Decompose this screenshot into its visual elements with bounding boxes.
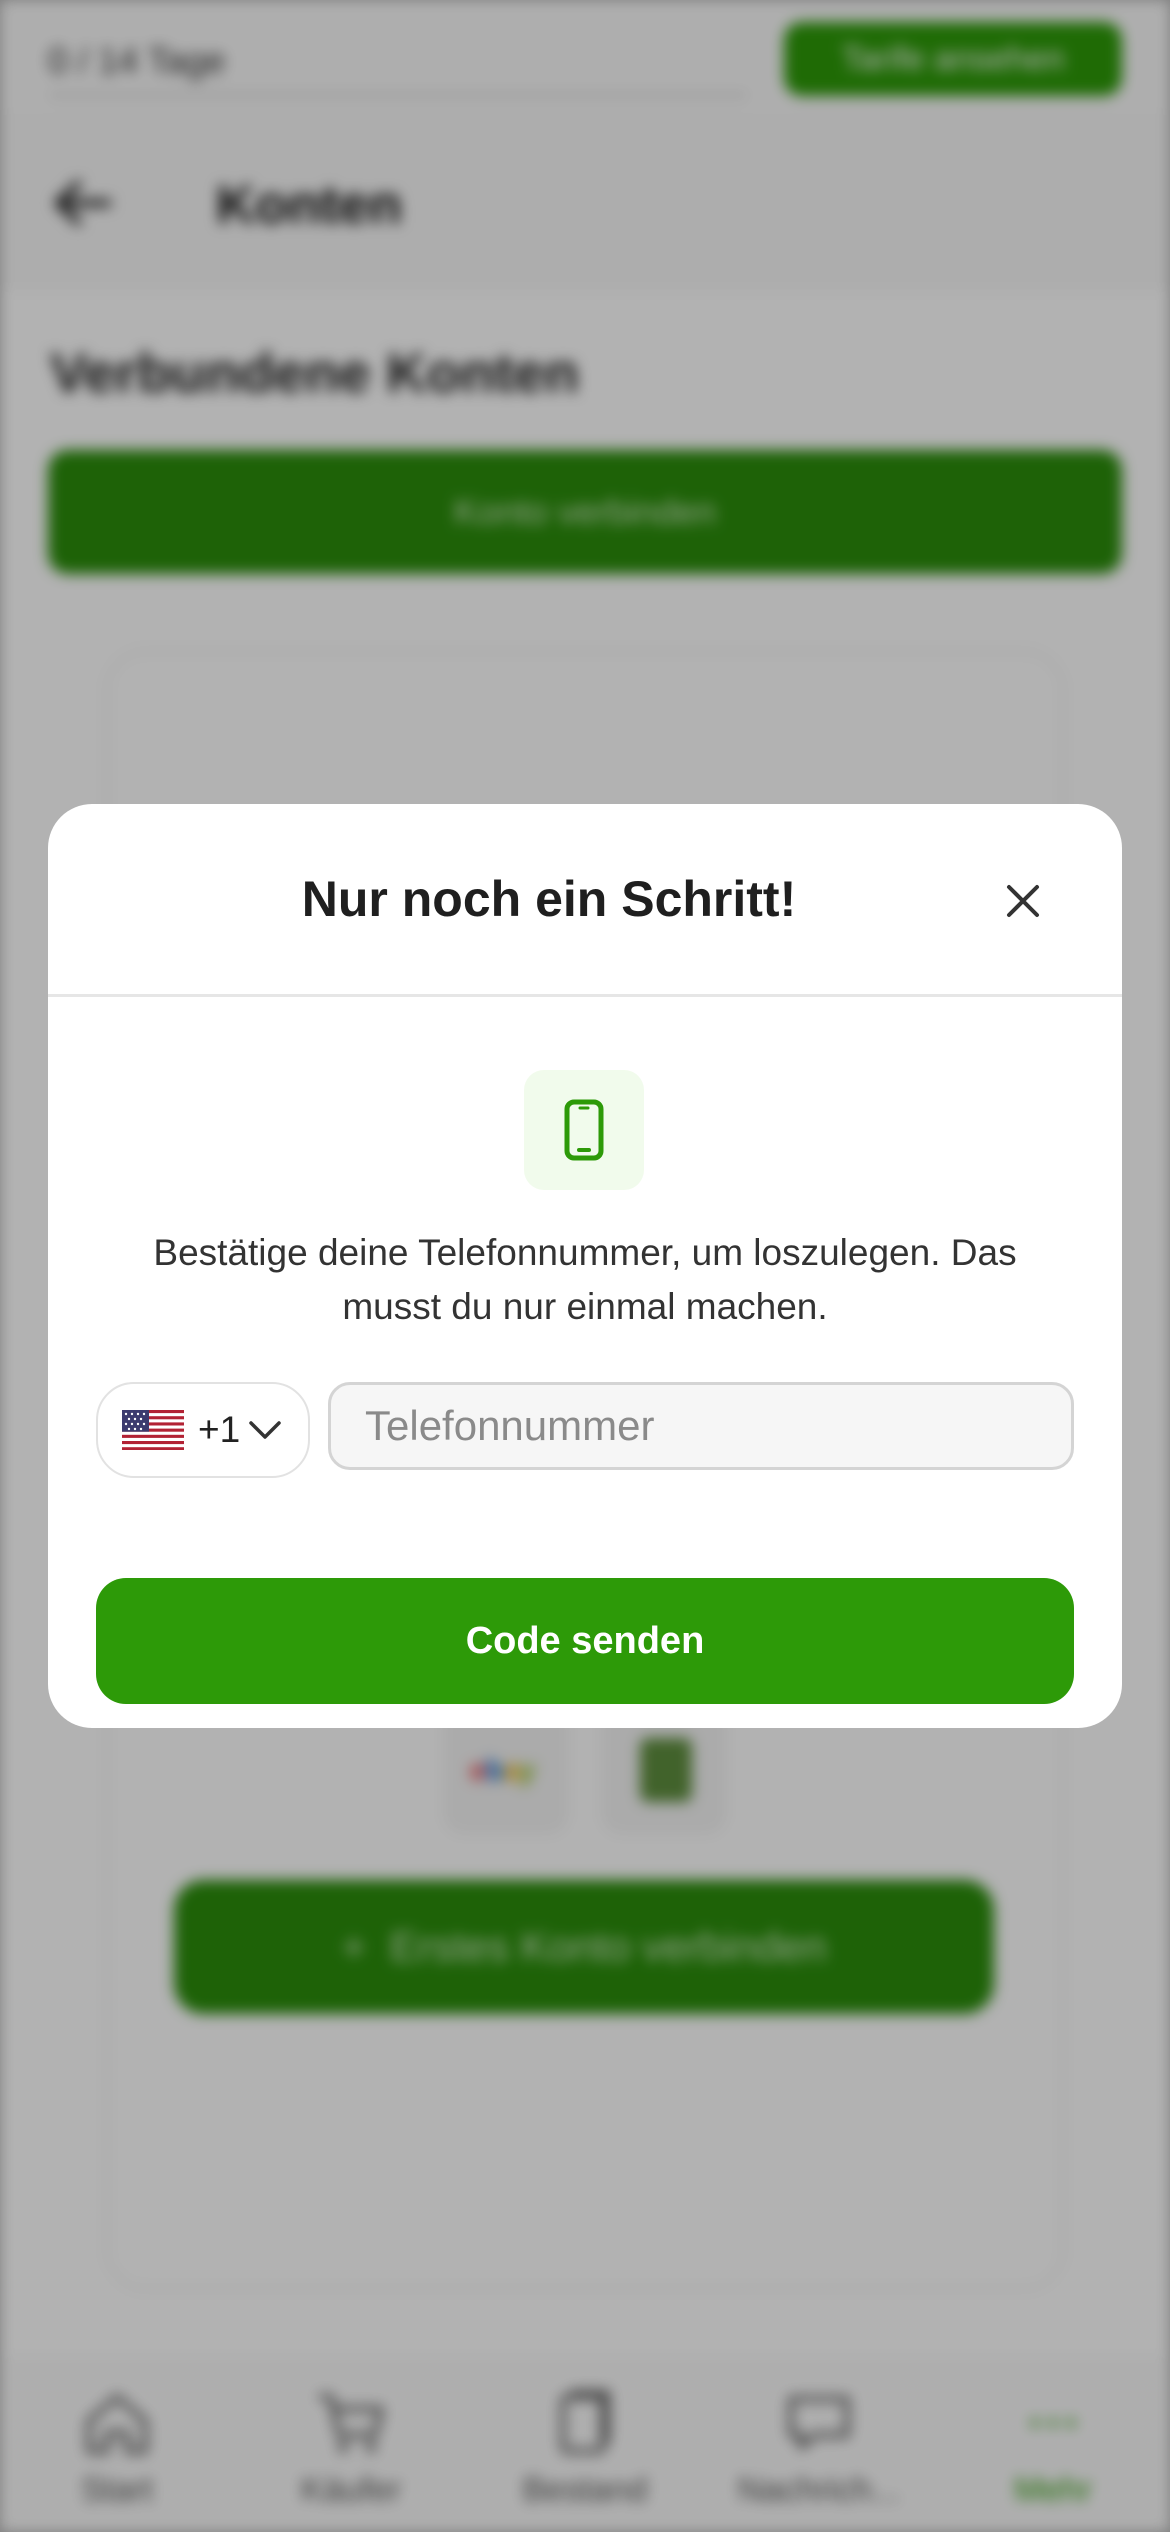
close-button[interactable] [990, 868, 1056, 934]
phone-number-input[interactable] [328, 1382, 1074, 1470]
phone-icon-badge [524, 1070, 644, 1190]
send-code-button[interactable]: Code senden [96, 1578, 1074, 1704]
us-flag-icon [122, 1410, 184, 1450]
dial-code: +1 [198, 1409, 241, 1450]
chevron-down-icon [249, 1421, 281, 1439]
app-root: 0 / 14 Tage Tarife ansehen Konten Verbun… [0, 0, 1170, 2532]
smartphone-icon [564, 1099, 604, 1161]
modal-title: Nur noch ein Schritt! [301, 871, 797, 927]
modal-description: Bestätige deine Telefonnummer, um loszul… [153, 1232, 1017, 1327]
close-icon [1007, 885, 1039, 917]
verify-phone-modal: Nur noch ein Schritt! Bestätige deine Te… [48, 804, 1122, 1728]
country-code-select[interactable]: +1 [96, 1382, 310, 1478]
modal-header: Nur noch ein Schritt! [48, 804, 1122, 997]
